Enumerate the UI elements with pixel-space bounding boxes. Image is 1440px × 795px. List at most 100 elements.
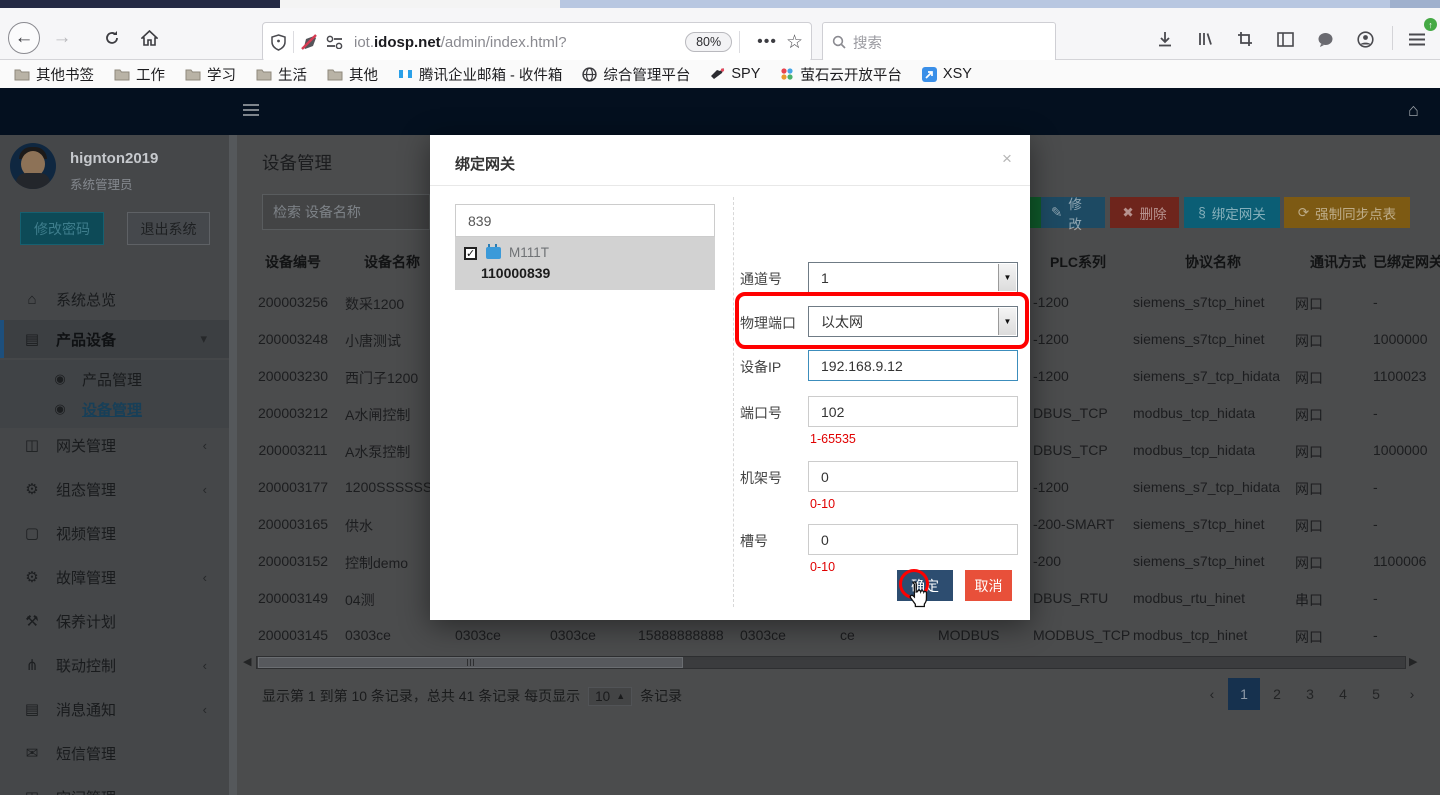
table-cell[interactable]: A水泵控制 [345, 442, 410, 462]
table-cell[interactable]: siemens_s7tcp_hinet [1133, 331, 1265, 347]
table-cell[interactable]: - [1373, 479, 1378, 495]
gateway-search-input[interactable]: 839 [455, 204, 715, 237]
logout-button[interactable]: 退出系统 [127, 212, 210, 245]
table-cell[interactable]: 1000000 [1373, 331, 1428, 347]
hscroll-right-arrow[interactable]: ▶ [1409, 655, 1417, 668]
table-cell[interactable]: -1200 [1033, 294, 1069, 310]
table-header-5[interactable]: 通讯方式 [1310, 252, 1366, 272]
table-cell[interactable]: siemens_s7_tcp_hidata [1133, 368, 1280, 384]
bookmark-item[interactable]: 萤石云开放平台 [780, 64, 902, 85]
table-cell[interactable]: modbus_tcp_hidata [1133, 442, 1255, 458]
browser-search-input[interactable]: 搜索 [822, 22, 1056, 62]
table-cell[interactable]: DBUS_TCP [1033, 442, 1108, 458]
edit-button[interactable]: ✎修改 [1041, 197, 1105, 228]
table-cell[interactable]: siemens_s7tcp_hinet [1133, 294, 1265, 310]
table-cell-extra[interactable]: 0303ce [550, 627, 596, 643]
table-cell[interactable]: 200003177 [258, 479, 328, 495]
table-cell[interactable]: 网口 [1295, 294, 1323, 314]
sidebar-item-2[interactable]: ▤产品设备▾ [0, 320, 229, 358]
table-cell[interactable]: MODBUS_TCP [1033, 627, 1130, 643]
page-size-select[interactable]: 10▲ [588, 687, 632, 706]
table-cell[interactable]: 网口 [1295, 405, 1323, 425]
table-cell[interactable]: 200003152 [258, 553, 328, 569]
table-cell[interactable]: 数采1200 [345, 294, 404, 314]
modal-close-icon[interactable]: × [1002, 149, 1012, 169]
pager-page-1[interactable]: 1 [1228, 678, 1260, 710]
table-cell[interactable]: 200003165 [258, 516, 328, 532]
account-icon[interactable] [1352, 26, 1378, 52]
form-input-5[interactable]: 0 [808, 461, 1018, 492]
table-cell[interactable]: -200 [1033, 553, 1061, 569]
form-input-6[interactable]: 0 [808, 524, 1018, 555]
table-header-3[interactable]: PLC系列 [1050, 252, 1106, 272]
gateway-list-item[interactable]: ✓ M111T 110000839 [455, 237, 715, 290]
sidebar-item-6[interactable]: ⚙组态管理‹ [0, 470, 229, 508]
bookmark-item[interactable]: 其他 [327, 64, 378, 85]
bookmark-star-icon[interactable]: ☆ [786, 31, 803, 54]
table-cell[interactable]: A水闸控制 [345, 405, 410, 425]
table-cell[interactable]: 04测 [345, 590, 375, 610]
table-cell[interactable]: 1200SSSSSS [345, 479, 432, 495]
sidebar-item-4[interactable]: ◉设备管理 [0, 390, 229, 428]
table-header-4[interactable]: 协议名称 [1185, 252, 1241, 272]
table-cell[interactable]: siemens_s7_tcp_hidata [1133, 479, 1280, 495]
pager-page-3[interactable]: 3 [1294, 678, 1326, 710]
table-cell-extra[interactable]: 0303ce [455, 627, 501, 643]
table-cell[interactable]: siemens_s7tcp_hinet [1133, 516, 1265, 532]
shield-icon[interactable] [271, 34, 286, 51]
change-password-button[interactable]: 修改密码 [20, 212, 104, 245]
table-cell[interactable]: 1100023 [1373, 368, 1426, 384]
bookmark-item[interactable]: 腾讯企业邮箱 - 收件箱 [398, 64, 562, 85]
pager-prev[interactable]: ‹ [1196, 678, 1228, 710]
table-cell[interactable]: 200003149 [258, 590, 328, 606]
sidebar-item-1[interactable]: ⌂系统总览 [0, 280, 229, 318]
table-cell[interactable]: DBUS_RTU [1033, 590, 1108, 606]
home-button[interactable] [133, 22, 165, 54]
table-cell-extra[interactable]: MODBUS [938, 627, 999, 643]
table-cell[interactable]: 串口 [1295, 590, 1323, 610]
table-cell[interactable]: 200003212 [258, 405, 328, 421]
table-cell[interactable]: 控制demo [345, 553, 408, 573]
bookmark-item[interactable]: 其他书签 [14, 64, 94, 85]
app-home-icon[interactable]: ⌂ [1408, 100, 1419, 121]
table-cell[interactable]: 200003256 [258, 294, 328, 310]
forward-button[interactable]: → [46, 22, 78, 54]
table-cell[interactable]: modbus_tcp_hidata [1133, 405, 1255, 421]
table-cell[interactable]: 网口 [1295, 331, 1323, 351]
table-cell[interactable]: -200-SMART [1033, 516, 1114, 532]
table-cell[interactable]: 1100006 [1373, 553, 1426, 569]
table-cell[interactable]: DBUS_TCP [1033, 405, 1108, 421]
table-cell[interactable]: 0303ce [345, 627, 391, 643]
table-cell[interactable]: 网口 [1295, 553, 1323, 573]
table-cell[interactable]: 200003145 [258, 627, 328, 643]
sidebar-item-12[interactable]: ✉短信管理 [0, 734, 229, 772]
bind-gateway-button[interactable]: §绑定网关 [1184, 197, 1280, 228]
table-cell-extra[interactable]: 0303ce [740, 627, 786, 643]
bookmark-item[interactable]: SPY [710, 66, 760, 82]
table-cell[interactable]: - [1373, 516, 1378, 532]
library-icon[interactable] [1192, 26, 1218, 52]
table-cell[interactable]: - [1373, 590, 1378, 606]
table-cell[interactable]: siemens_s7tcp_hinet [1133, 553, 1265, 569]
url-text[interactable]: iot.idosp.net/admin/index.html? [354, 34, 567, 51]
table-cell[interactable]: 200003248 [258, 331, 328, 347]
table-cell[interactable]: 1000000 [1373, 442, 1428, 458]
hscroll-left-arrow[interactable]: ◀ [243, 655, 251, 668]
sidebar-item-5[interactable]: ◫网关管理‹ [0, 426, 229, 464]
table-cell[interactable]: 网口 [1295, 479, 1323, 499]
table-cell[interactable]: 200003230 [258, 368, 328, 384]
device-search-input[interactable]: 检索 设备名称 [262, 194, 430, 230]
table-cell-extra[interactable]: 15888888888 [638, 627, 724, 643]
table-cell[interactable]: 网口 [1295, 368, 1323, 388]
zoom-level-badge[interactable]: 80% [685, 32, 732, 52]
bookmark-item[interactable]: 综合管理平台 [582, 64, 690, 85]
gateway-checkbox[interactable]: ✓ [464, 247, 477, 260]
table-cell[interactable]: -1200 [1033, 368, 1069, 384]
bookmark-item[interactable]: 学习 [185, 64, 236, 85]
table-cell[interactable]: - [1373, 627, 1378, 643]
sidebar-item-8[interactable]: ⚙故障管理‹ [0, 558, 229, 596]
table-cell[interactable]: modbus_tcp_hinet [1133, 627, 1247, 643]
table-cell[interactable]: 小唐测试 [345, 331, 401, 351]
table-header-1[interactable]: 设备编号 [265, 252, 321, 272]
reload-button[interactable] [96, 22, 128, 54]
